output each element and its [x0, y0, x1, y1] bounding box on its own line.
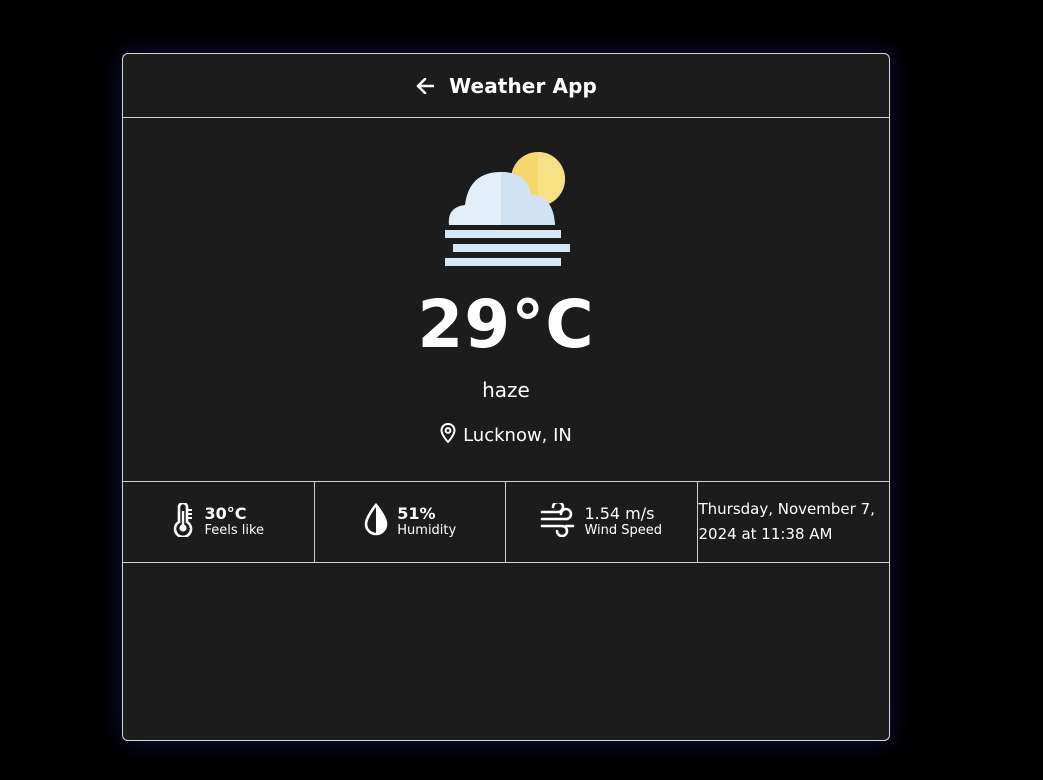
arrow-left-icon[interactable]: [415, 76, 435, 96]
humidity-value: 51%: [397, 504, 436, 523]
humidity-label: Humidity: [397, 523, 457, 538]
weather-stats: 30°C Feels like 51% Humidity 1.54 m/s Wi…: [123, 482, 889, 563]
app-header: Weather App: [123, 54, 889, 118]
app-title: Weather App: [449, 73, 597, 98]
wind-speed-label: Wind Speed: [584, 523, 663, 538]
humidity-stat: 51% Humidity: [315, 482, 506, 562]
water-drop-icon: [363, 502, 389, 541]
thermometer-icon: [172, 501, 196, 541]
wind-stat: 1.54 m/s Wind Speed: [506, 482, 698, 562]
wind-speed-value: 1.54 m/s: [584, 504, 655, 523]
datetime-text: Thursday, November 7, 2024 at 11:38 AM: [698, 500, 875, 543]
haze-icon: [443, 152, 573, 274]
temperature: 29°C: [417, 286, 595, 363]
feels-like-label: Feels like: [204, 523, 265, 538]
location-text: Lucknow, IN: [463, 425, 572, 446]
current-weather: 29°C haze Lucknow, IN: [123, 118, 889, 482]
wind-icon: [540, 500, 576, 541]
weather-card: Weather App 29°C haze Lucknow, IN 30°C F…: [122, 53, 890, 741]
weather-condition: haze: [482, 378, 530, 402]
map-pin-icon: [440, 422, 456, 448]
location: Lucknow, IN: [123, 422, 889, 448]
feels-like-value: 30°C: [204, 504, 247, 523]
feels-like-stat: 30°C Feels like: [123, 482, 315, 562]
datetime-stat: Thursday, November 7, 2024 at 11:38 AM: [698, 482, 890, 562]
